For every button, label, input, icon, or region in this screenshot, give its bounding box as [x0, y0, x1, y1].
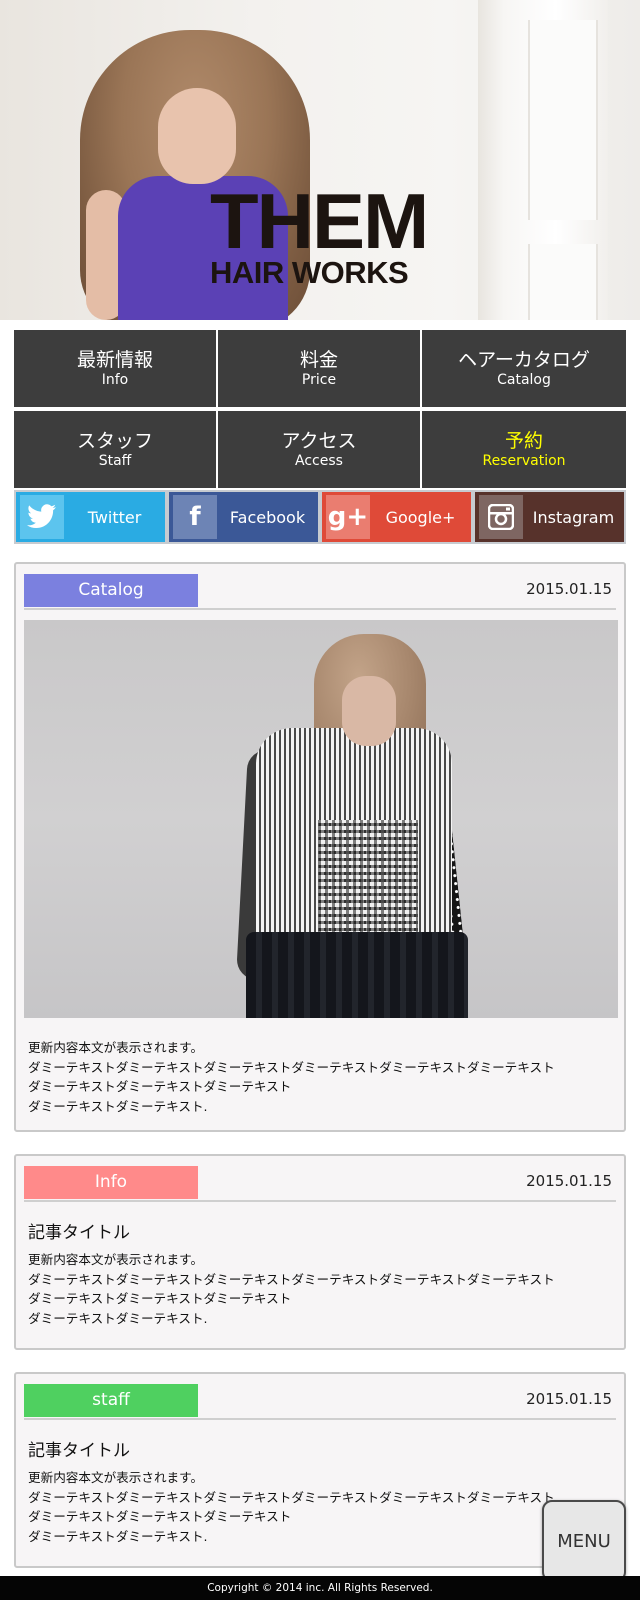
post-card-header: Info 2015.01.15	[24, 1166, 616, 1202]
social-links: Twitter f Facebook g+ Google+ Instagram	[14, 490, 626, 544]
nav-item-info[interactable]: 最新情報 Info	[14, 330, 216, 407]
main-nav: 最新情報 Info 料金 Price ヘアーカタログ Catalog スタッフ …	[14, 330, 626, 488]
post-card-staff[interactable]: staff 2015.01.15 記事タイトル 更新内容本文が表示されます。 ダ…	[14, 1372, 626, 1568]
post-card-header: staff 2015.01.15	[24, 1384, 616, 1420]
photo-shirt-check	[318, 820, 418, 938]
facebook-button[interactable]: f Facebook	[169, 492, 318, 542]
instagram-label: Instagram	[532, 507, 615, 527]
nav-item-access[interactable]: アクセス Access	[218, 411, 420, 488]
hero-door-panel-lower	[528, 244, 598, 320]
nav-item-label-en: Staff	[98, 453, 132, 469]
nav-item-label-jp: ヘアーカタログ	[458, 349, 590, 371]
site-logo[interactable]: THEM HAIR WORKS	[210, 182, 434, 290]
post-body: 更新内容本文が表示されます。 ダミーテキストダミーテキストダミーテキストダミーテ…	[28, 1252, 555, 1326]
post-card-header: Catalog 2015.01.15	[24, 574, 616, 610]
post-body: 更新内容本文が表示されます。 ダミーテキストダミーテキストダミーテキストダミーテ…	[28, 1040, 555, 1114]
hero-banner: THEM HAIR WORKS	[0, 0, 640, 320]
nav-item-label-en: Reservation	[482, 453, 566, 469]
post-card-catalog[interactable]: Catalog 2015.01.15 更新内容本文が表示されます。 ダミーテキス…	[14, 562, 626, 1132]
facebook-label: Facebook	[229, 507, 306, 527]
post-title[interactable]: 記事タイトル	[28, 1436, 130, 1461]
footer-copyright: Copyright © 2014 inc. All Rights Reserve…	[0, 1576, 640, 1600]
nav-item-label-jp: 予約	[504, 430, 543, 452]
instagram-camera-icon	[479, 495, 523, 539]
nav-item-label-jp: スタッフ	[76, 430, 153, 452]
post-title[interactable]: 記事タイトル	[28, 1218, 130, 1243]
category-tag-catalog[interactable]: Catalog	[24, 574, 198, 607]
nav-item-label-jp: アクセス	[281, 430, 357, 452]
nav-item-label-en: Info	[101, 372, 129, 388]
google-plus-button[interactable]: g+ Google+	[322, 492, 471, 542]
nav-item-label-en: Access	[295, 453, 343, 469]
post-date: 2015.01.15	[526, 580, 612, 598]
twitter-button[interactable]: Twitter	[16, 492, 165, 542]
catalog-photo[interactable]	[24, 620, 618, 1018]
instagram-button[interactable]: Instagram	[475, 492, 624, 542]
nav-item-label-en: Price	[301, 372, 337, 388]
photo-skirt	[246, 932, 468, 1018]
nav-item-label-jp: 料金	[299, 349, 338, 371]
post-date: 2015.01.15	[526, 1172, 612, 1190]
post-body: 更新内容本文が表示されます。 ダミーテキストダミーテキストダミーテキストダミーテ…	[28, 1470, 555, 1544]
nav-item-label-en: Catalog	[497, 372, 551, 388]
photo-model-face	[342, 676, 396, 746]
nav-item-price[interactable]: 料金 Price	[218, 330, 420, 407]
facebook-f-icon: f	[173, 495, 217, 539]
category-tag-info[interactable]: Info	[24, 1166, 198, 1199]
logo-them: THEM	[210, 177, 429, 265]
hero-model-face	[158, 88, 236, 184]
twitter-bird-icon	[20, 495, 64, 539]
nav-item-reservation[interactable]: 予約 Reservation	[422, 411, 626, 488]
post-date: 2015.01.15	[526, 1390, 612, 1408]
menu-button[interactable]: MENU	[542, 1500, 626, 1582]
nav-item-label-jp: 最新情報	[76, 349, 153, 371]
hero-door-panel	[528, 20, 598, 220]
nav-item-catalog[interactable]: ヘアーカタログ Catalog	[422, 330, 626, 407]
google-plus-label: Google+	[385, 507, 456, 527]
google-plus-icon: g+	[326, 495, 370, 539]
twitter-label: Twitter	[87, 507, 142, 527]
page: THEM HAIR WORKS 最新情報 Info 料金 Price ヘアーカタ…	[0, 0, 640, 1600]
nav-item-staff[interactable]: スタッフ Staff	[14, 411, 216, 488]
post-card-info[interactable]: Info 2015.01.15 記事タイトル 更新内容本文が表示されます。 ダミ…	[14, 1154, 626, 1350]
category-tag-staff[interactable]: staff	[24, 1384, 198, 1417]
